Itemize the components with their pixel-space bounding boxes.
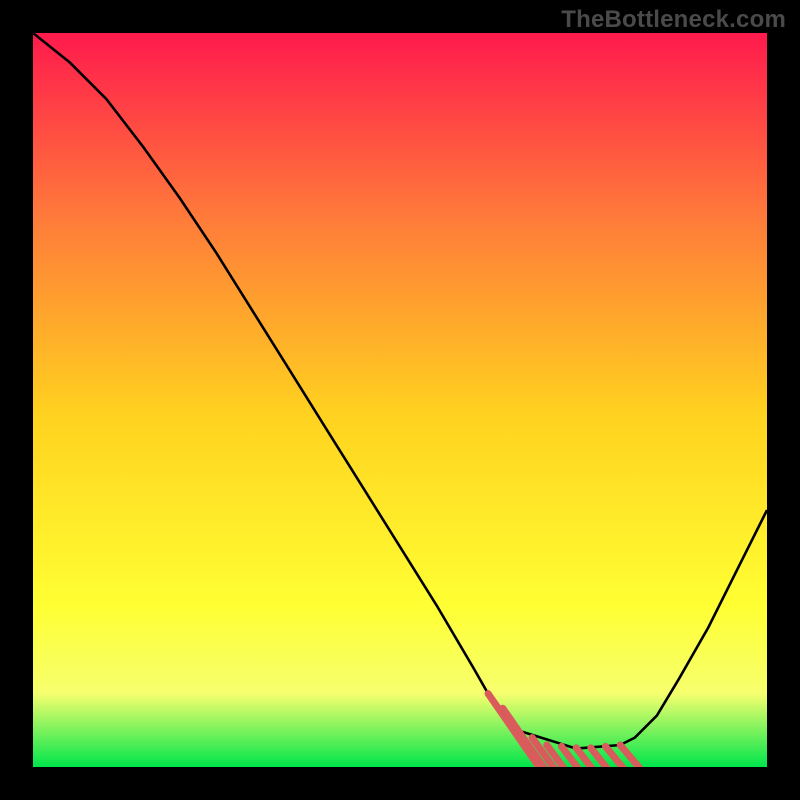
chart-svg xyxy=(33,33,767,767)
watermark-text: TheBottleneck.com xyxy=(561,6,786,34)
chart-frame: TheBottleneck.com xyxy=(0,0,800,800)
gradient-background xyxy=(33,33,767,767)
plot-area xyxy=(33,33,767,767)
